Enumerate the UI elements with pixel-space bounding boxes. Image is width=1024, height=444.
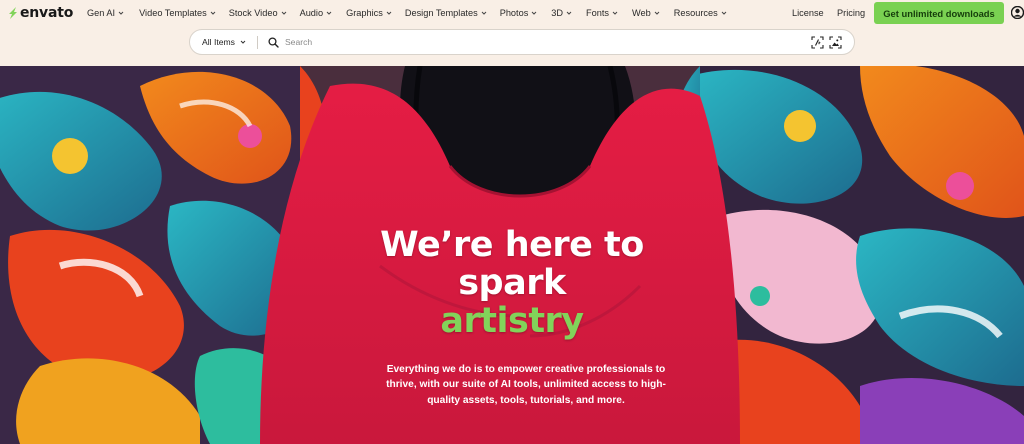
nav-item-video-templates[interactable]: Video Templates [139,8,216,18]
hero-title-line-1: We’re here to [380,225,644,265]
nav-item-web[interactable]: Web [632,8,660,18]
top-navigation-bar: envato Gen AI Video Templates Stock Vide… [0,0,1024,26]
nav-item-resources[interactable]: Resources [674,8,727,18]
nav-item-label: Gen AI [87,8,116,18]
chevron-down-icon [566,11,572,15]
nav-item-fonts[interactable]: Fonts [586,8,618,18]
nav-item-label: Stock Video [228,8,278,18]
chevron-down-icon [281,11,286,15]
license-link[interactable]: License [792,0,824,26]
chevron-down-icon [240,40,246,44]
pricing-link[interactable]: Pricing [837,0,865,26]
nav-item-design-templates[interactable]: Design Templates [405,8,487,18]
nav-item-stock-video[interactable]: Stock Video [229,8,287,18]
hero-subtitle: Everything we do is to empower creative … [386,364,666,406]
search-bar: All Items [189,29,855,55]
nav-item-label: Web [632,8,651,18]
nav-item-photos[interactable]: Photos [500,8,538,18]
category-select-label: All Items [202,37,235,47]
pricing-label: Pricing [837,8,866,18]
chevron-down-icon [612,11,618,15]
chevron-down-icon [531,11,537,15]
nav-item-3d[interactable]: 3D [551,8,572,18]
hero-title: We’re here to spark artistry [0,226,1024,340]
nav-item-label: Graphics [346,8,383,18]
envato-leaf-icon [9,7,17,19]
nav-item-gen-ai[interactable]: Gen AI [87,8,124,18]
get-unlimited-downloads-button[interactable]: Get unlimited downloads [874,2,1004,24]
chevron-down-icon [654,11,660,15]
nav-item-label: Resources [673,8,718,18]
cta-label: Get unlimited downloads [883,7,995,19]
nav-item-label: Audio [299,8,324,18]
nav-item-graphics[interactable]: Graphics [346,8,392,18]
ai-search-icon[interactable] [811,36,824,49]
search-input[interactable] [284,37,785,47]
nav-item-label: Photos [499,8,529,18]
chevron-down-icon [721,11,727,15]
search-icon [268,36,279,48]
nav-item-label: Fonts [586,8,610,18]
category-select[interactable]: All Items [190,30,246,54]
brand-name: envato [20,5,74,21]
chevron-down-icon [481,11,487,15]
nav-item-label: Video Templates [139,8,207,18]
chevron-down-icon [118,11,124,15]
hero-banner: We’re here to spark artistry Everything … [0,66,1024,444]
license-label: License [792,8,824,18]
category-menu: Gen AI Video Templates Stock Video Audio… [87,0,727,26]
nav-item-label: 3D [551,8,564,18]
hero-title-line-2: spark [458,263,566,303]
image-search-icon[interactable] [829,36,842,49]
search-divider [256,35,258,49]
nav-item-audio[interactable]: Audio [300,8,333,18]
hero-title-accent: artistry [440,301,584,341]
chevron-down-icon [386,11,392,15]
envato-logo[interactable]: envato [8,4,73,22]
user-account-icon[interactable] [1011,6,1024,19]
nav-item-label: Design Templates [404,8,478,18]
chevron-down-icon [326,11,332,15]
chevron-down-icon [210,11,216,15]
